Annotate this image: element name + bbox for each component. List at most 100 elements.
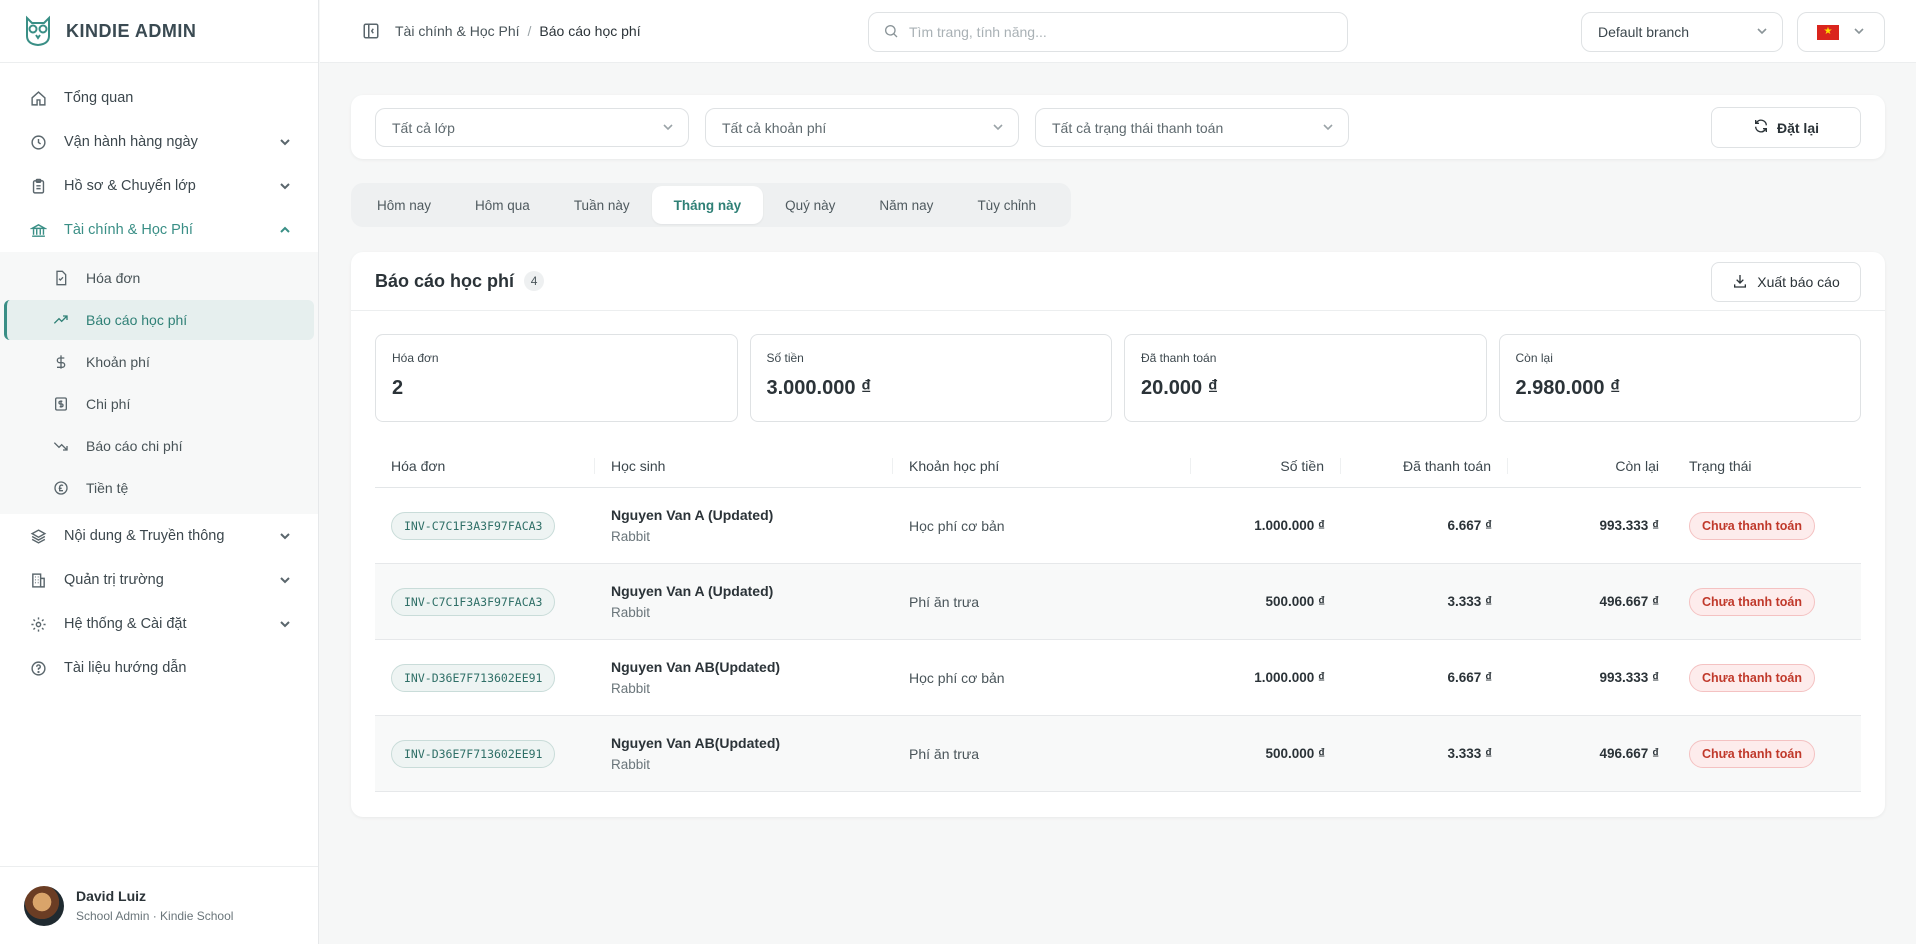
chevron-up-icon [278, 223, 292, 237]
sidebar-item-label: Hệ thống & Cài đặt [64, 616, 187, 632]
tab-this-year[interactable]: Năm nay [857, 186, 955, 224]
sidebar: KINDIE ADMIN Tổng quan Vận hành hàng ngà… [0, 0, 319, 944]
class-filter-select[interactable]: Tất cả lớp [375, 108, 689, 147]
user-profile[interactable]: David Luiz School Admin · Kindie School [0, 866, 318, 944]
chevron-down-icon [278, 573, 292, 587]
sidebar-item-label: Nội dung & Truyền thông [64, 528, 225, 544]
payment-status-filter-value: Tất cả trạng thái thanh toán [1052, 119, 1224, 136]
amount-value: 1.000.000 ₫ [1254, 670, 1325, 685]
sidebar-item-records[interactable]: Hồ sơ & Chuyển lớp [0, 164, 318, 208]
table-row[interactable]: INV-C7C1F3A3F97FACA3 Nguyen Van A (Updat… [375, 488, 1861, 564]
home-icon [28, 88, 48, 108]
invoice-code-badge[interactable]: INV-C7C1F3A3F97FACA3 [391, 511, 556, 540]
invoice-code-badge[interactable]: INV-C7C1F3A3F97FACA3 [391, 587, 556, 616]
sidebar-item-school-admin[interactable]: Quản trị trường [0, 558, 318, 602]
tab-this-quarter[interactable]: Quý này [763, 186, 857, 224]
column-header-amount: Số tiền [1191, 458, 1341, 474]
chevron-down-icon [1322, 120, 1334, 136]
sidebar-item-invoices[interactable]: Hóa đơn [4, 258, 314, 298]
chevron-down-icon [278, 529, 292, 543]
stat-value: 20.000 ₫ [1141, 377, 1218, 399]
payment-status-filter-select[interactable]: Tất cả trạng thái thanh toán [1035, 108, 1349, 147]
breadcrumb-parent[interactable]: Tài chính & Học Phí [395, 23, 520, 39]
sidebar-item-label: Báo cáo chi phí [86, 438, 183, 454]
sidebar-item-daily-operations[interactable]: Vận hành hàng ngày [0, 120, 318, 164]
sidebar-item-label: Quản trị trường [64, 572, 164, 588]
paid-value: 3.333 ₫ [1447, 594, 1492, 609]
layers-icon [28, 526, 48, 546]
tab-today[interactable]: Hôm nay [355, 186, 453, 224]
help-icon [28, 658, 48, 678]
tab-this-month[interactable]: Tháng này [651, 186, 764, 224]
language-select[interactable]: ★ [1797, 12, 1885, 52]
export-report-button[interactable]: Xuất báo cáo [1711, 262, 1861, 302]
sidebar-item-fees[interactable]: Khoản phí [4, 342, 314, 382]
table-row[interactable]: INV-C7C1F3A3F97FACA3 Nguyen Van A (Updat… [375, 564, 1861, 640]
student-name: Nguyen Van AB(Updated) [611, 659, 781, 675]
chevron-down-icon [278, 617, 292, 631]
student-class: Rabbit [611, 529, 651, 544]
brand[interactable]: KINDIE ADMIN [0, 0, 318, 63]
sidebar-item-settings[interactable]: Hệ thống & Cài đặt [0, 602, 318, 646]
sidebar-item-docs[interactable]: Tài liệu hướng dẫn [0, 646, 318, 690]
summary-stats: Hóa đơn 2 Số tiền 3.000.000 ₫ Đã thanh t… [375, 334, 1861, 422]
report-title: Báo cáo học phí [375, 270, 515, 291]
tab-yesterday[interactable]: Hôm qua [453, 186, 552, 224]
sidebar-item-currency[interactable]: Tiền tệ [4, 468, 314, 508]
table-row[interactable]: INV-D36E7F713602EE91 Nguyen Van AB(Updat… [375, 640, 1861, 716]
user-role: School Admin · Kindie School [76, 909, 234, 923]
breadcrumb-separator: / [527, 23, 532, 39]
search-box[interactable] [868, 12, 1348, 52]
student-name: Nguyen Van A (Updated) [611, 507, 774, 523]
fee-name: Phí ăn trưa [909, 593, 980, 610]
status-badge: Chưa thanh toán [1689, 663, 1816, 692]
trend-down-icon [52, 437, 70, 455]
filter-bar: Tất cả lớp Tất cả khoản phí Tất cả trạng… [351, 95, 1885, 159]
sidebar-item-finance[interactable]: Tài chính & Học Phí [0, 208, 318, 252]
sidebar-item-label: Tài chính & Học Phí [64, 222, 193, 238]
fee-filter-value: Tất cả khoản phí [722, 119, 827, 136]
brand-name: KINDIE ADMIN [66, 20, 197, 41]
amount-value: 500.000 ₫ [1265, 594, 1325, 609]
chevron-down-icon [992, 120, 1004, 136]
search-icon [883, 23, 899, 42]
tab-this-week[interactable]: Tuần này [552, 186, 652, 224]
table-row[interactable]: INV-D36E7F713602EE91 Nguyen Van AB(Updat… [375, 716, 1861, 792]
receipt-icon [52, 395, 70, 413]
sidebar-toggle-icon[interactable] [362, 22, 380, 40]
stat-paid: Đã thanh toán 20.000 ₫ [1124, 334, 1487, 422]
student-class: Rabbit [611, 681, 651, 696]
sidebar-item-label: Tài liệu hướng dẫn [64, 660, 187, 676]
branch-select[interactable]: Default branch [1581, 12, 1783, 52]
tab-custom[interactable]: Tùy chỉnh [955, 186, 1058, 224]
stat-label: Còn lại [1515, 351, 1553, 365]
sidebar-item-expense-report[interactable]: Báo cáo chi phí [4, 426, 314, 466]
search-input[interactable] [909, 24, 1309, 40]
chevron-down-icon [278, 179, 292, 193]
sidebar-item-content[interactable]: Nội dung & Truyền thông [0, 514, 318, 558]
clipboard-icon [28, 176, 48, 196]
top-bar: Tài chính & Học Phí / Báo cáo học phí De… [320, 0, 1916, 63]
currency-icon [52, 479, 70, 497]
invoice-code-badge[interactable]: INV-D36E7F713602EE91 [391, 739, 556, 768]
paid-value: 3.333 ₫ [1447, 746, 1492, 761]
fee-filter-select[interactable]: Tất cả khoản phí [705, 108, 1019, 147]
chevron-down-icon [1756, 24, 1768, 40]
reset-button[interactable]: Đặt lại [1711, 107, 1861, 148]
flag-star: ★ [1823, 26, 1833, 37]
breadcrumb: Tài chính & Học Phí / Báo cáo học phí [395, 23, 641, 39]
invoice-code-badge[interactable]: INV-D36E7F713602EE91 [391, 663, 556, 692]
branch-value: Default branch [1598, 24, 1690, 40]
sidebar-item-overview[interactable]: Tổng quan [0, 76, 318, 120]
paid-value: 6.667 ₫ [1447, 518, 1492, 533]
sidebar-item-tuition-report[interactable]: Báo cáo học phí [4, 300, 314, 340]
stat-value: 2.980.000 ₫ [1515, 377, 1621, 399]
sidebar-item-label: Tiền tệ [86, 480, 129, 496]
sidebar-item-expenses[interactable]: Chi phí [4, 384, 314, 424]
student-name: Nguyen Van A (Updated) [611, 583, 774, 599]
tuition-report-card: Báo cáo học phí 4 Xuất báo cáo Hóa đơn 2… [351, 252, 1885, 817]
column-header-status: Trạng thái [1689, 458, 1752, 474]
class-filter-value: Tất cả lớp [392, 119, 455, 136]
dollar-icon [52, 353, 70, 371]
sidebar-item-label: Báo cáo học phí [86, 312, 188, 328]
